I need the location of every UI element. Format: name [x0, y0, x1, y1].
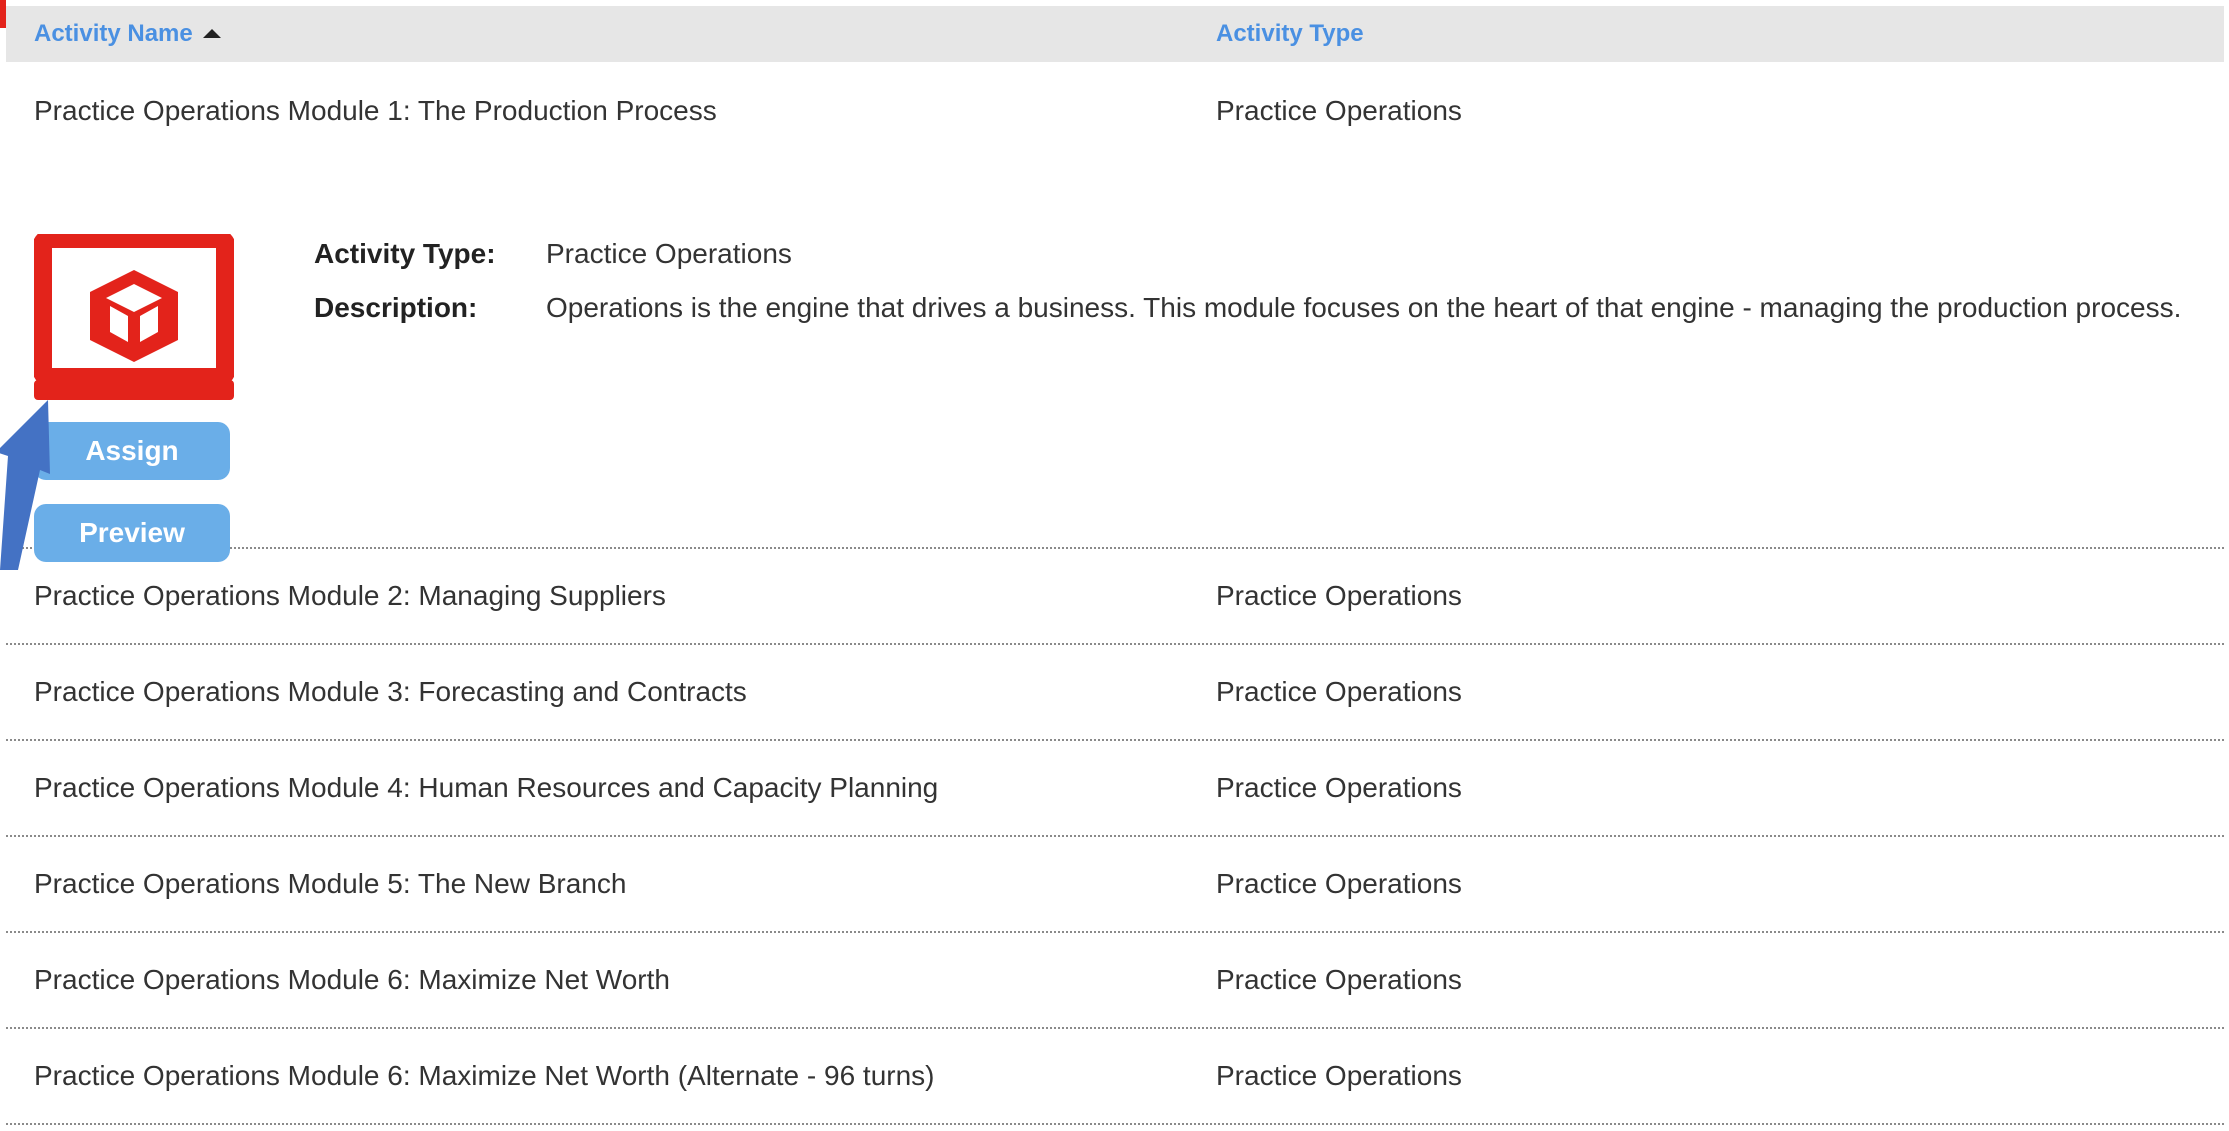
- activity-name: Practice Operations Module 3: Forecastin…: [34, 676, 747, 707]
- laptop-cube-icon: [34, 234, 234, 400]
- detail-type: Activity Type: Practice Operations: [314, 238, 2181, 270]
- activity-type: Practice Operations: [1216, 964, 1462, 995]
- detail-type-value: Practice Operations: [546, 238, 792, 269]
- activity-type: Practice Operations: [1216, 772, 1462, 803]
- activity-details: Activity Type: Practice Operations Descr…: [314, 238, 2181, 346]
- sort-ascending-icon: [202, 28, 221, 38]
- activity-type: Practice Operations: [1216, 580, 1462, 611]
- activity-name: Practice Operations Module 2: Managing S…: [34, 580, 666, 611]
- activity-table: Activity Name Activity Type Practice Ope…: [6, 6, 2224, 1125]
- activity-name: Practice Operations Module 5: The New Br…: [34, 868, 627, 899]
- activity-type: Practice Operations: [1216, 676, 1462, 707]
- column-header-activity-type[interactable]: Activity Type: [1216, 20, 1364, 48]
- detail-description-value: Operations is the engine that drives a b…: [546, 292, 2182, 323]
- detail-description: Description: Operations is the engine th…: [314, 292, 2181, 324]
- table-header: Activity Name Activity Type: [6, 6, 2224, 62]
- table-row[interactable]: Practice Operations Module 4: Human Reso…: [6, 741, 2224, 837]
- table-row[interactable]: Practice Operations Module 6: Maximize N…: [6, 933, 2224, 1029]
- activity-name: Practice Operations Module 6: Maximize N…: [34, 964, 670, 995]
- activity-name: Practice Operations Module 4: Human Reso…: [34, 772, 939, 803]
- table-row-expanded: Practice Operations Module 1: The Produc…: [6, 62, 2224, 562]
- column-header-activity-name-label: Activity Name: [34, 20, 193, 47]
- table-row[interactable]: Practice Operations Module 3: Forecastin…: [6, 645, 2224, 741]
- activity-type: Practice Operations: [1216, 94, 1462, 126]
- activity-type: Practice Operations: [1216, 868, 1462, 899]
- table-row[interactable]: Practice Operations Module 5: The New Br…: [6, 837, 2224, 933]
- detail-type-label: Activity Type:: [314, 238, 496, 269]
- activity-name: Practice Operations Module 1: The Produc…: [34, 94, 717, 126]
- activity-type: Practice Operations: [1216, 1060, 1462, 1091]
- annotation-arrow-icon: [0, 400, 50, 570]
- detail-description-label: Description:: [314, 292, 478, 323]
- table-row[interactable]: Practice Operations Module 6: Maximize N…: [6, 1029, 2224, 1125]
- expanded-row-summary[interactable]: Practice Operations Module 1: The Produc…: [6, 62, 2224, 159]
- table-row[interactable]: Practice Operations Module 2: Managing S…: [6, 549, 2224, 645]
- column-header-activity-name[interactable]: Activity Name: [34, 20, 1216, 48]
- activity-name: Practice Operations Module 6: Maximize N…: [34, 1060, 935, 1091]
